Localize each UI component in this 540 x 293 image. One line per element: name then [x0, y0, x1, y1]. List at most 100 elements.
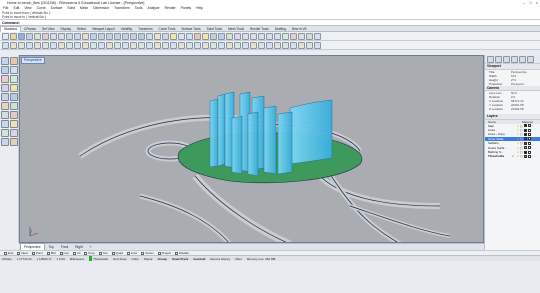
- ellipse-icon[interactable]: [50, 41, 57, 49]
- polyline-icon[interactable]: [18, 41, 25, 49]
- toolbar-tab-cplanes[interactable]: CPlanes: [21, 26, 39, 32]
- curvature-icon[interactable]: [290, 32, 297, 40]
- explode-icon[interactable]: [122, 41, 129, 49]
- pan-icon[interactable]: [82, 32, 89, 40]
- cut-icon[interactable]: [42, 32, 49, 40]
- layers-column-material[interactable]: Material: [522, 120, 533, 124]
- layer-color-swatch[interactable]: [523, 133, 527, 137]
- line-tool-icon[interactable]: [1, 66, 9, 74]
- mesh-tool-icon[interactable]: [10, 102, 18, 110]
- analyze-icon[interactable]: [282, 32, 289, 40]
- cone-icon[interactable]: [250, 41, 257, 49]
- layer-material-swatch[interactable]: [527, 146, 531, 150]
- toolbar-tab-drafting[interactable]: Drafting: [272, 26, 289, 32]
- light-icon[interactable]: [202, 32, 209, 40]
- contour-icon[interactable]: [298, 41, 305, 49]
- export-icon[interactable]: [314, 32, 321, 40]
- layer-color-swatch[interactable]: [523, 128, 527, 132]
- paste-icon[interactable]: [58, 32, 65, 40]
- boolean-union-icon[interactable]: [178, 41, 185, 49]
- new-icon[interactable]: [2, 32, 9, 40]
- perspective-viewport[interactable]: Perspective: [19, 55, 484, 243]
- toolbar-tab-render-tools[interactable]: Render Tools: [247, 26, 272, 32]
- curve-icon[interactable]: [26, 41, 33, 49]
- fillet-icon[interactable]: [74, 41, 81, 49]
- select-tool-icon[interactable]: [1, 57, 9, 65]
- point-tool-icon[interactable]: [10, 57, 18, 65]
- curve-tool-icon[interactable]: [1, 75, 9, 83]
- toolbar-tab-visibility[interactable]: Visibility: [118, 26, 135, 32]
- arc-tool-icon[interactable]: [1, 84, 9, 92]
- layer-material-swatch[interactable]: [527, 133, 531, 137]
- toolbar-tab-set-view[interactable]: Set View: [39, 26, 58, 32]
- material-icon[interactable]: [194, 32, 201, 40]
- patch-icon[interactable]: [274, 41, 281, 49]
- four-views-icon[interactable]: [138, 32, 145, 40]
- layers-tab-icon[interactable]: [495, 55, 502, 63]
- property-value[interactable]: Perspecti...: [511, 82, 526, 86]
- layer-material-swatch[interactable]: [527, 155, 531, 159]
- help-icon[interactable]: [218, 32, 225, 40]
- project-icon[interactable]: [290, 41, 297, 49]
- undo-icon[interactable]: [66, 32, 73, 40]
- trim-icon[interactable]: [98, 41, 105, 49]
- copy-icon[interactable]: [50, 32, 57, 40]
- rotate-view-icon[interactable]: [90, 32, 97, 40]
- extrude-icon[interactable]: [194, 41, 201, 49]
- toolbar-tab-curve-tools[interactable]: Curve Tools: [156, 26, 179, 32]
- select-icon[interactable]: [154, 32, 161, 40]
- polygon-icon[interactable]: [66, 41, 73, 49]
- properties-icon[interactable]: [178, 32, 185, 40]
- sweep-icon[interactable]: [210, 41, 217, 49]
- lightbulb-icon[interactable]: ●: [517, 154, 519, 158]
- boolean-tool-icon[interactable]: [10, 111, 18, 119]
- layer-color-swatch[interactable]: [523, 150, 527, 154]
- layer-color-swatch[interactable]: [523, 146, 527, 150]
- layer-color-swatch[interactable]: [523, 155, 527, 159]
- import-icon[interactable]: [34, 32, 41, 40]
- layer-row[interactable]: Thresholds ✓ ● ▢: [485, 154, 540, 158]
- extend-icon[interactable]: [90, 41, 97, 49]
- history-icon[interactable]: [234, 32, 241, 40]
- join-icon[interactable]: [114, 41, 121, 49]
- text-tool-icon[interactable]: [10, 138, 18, 146]
- materials-tab-icon[interactable]: [519, 55, 526, 63]
- group-icon[interactable]: [274, 32, 281, 40]
- box-icon[interactable]: [226, 41, 233, 49]
- block-icon[interactable]: [266, 32, 273, 40]
- zoom-window-icon[interactable]: [106, 32, 113, 40]
- line-icon[interactable]: [10, 41, 17, 49]
- render-icon[interactable]: [186, 32, 193, 40]
- section-icon[interactable]: [306, 41, 313, 49]
- point-icon[interactable]: [2, 41, 9, 49]
- dimension-tool-icon[interactable]: [1, 138, 9, 146]
- sphere-icon[interactable]: [234, 41, 241, 49]
- layer-color-swatch[interactable]: [523, 141, 527, 145]
- layer-material-swatch[interactable]: [527, 128, 531, 132]
- print-icon[interactable]: [26, 32, 33, 40]
- redo-icon[interactable]: [74, 32, 81, 40]
- zoom-icon[interactable]: [98, 32, 105, 40]
- toolbar-tab-viewport-layout[interactable]: Viewport Layout: [89, 26, 118, 32]
- grid-icon[interactable]: [162, 32, 169, 40]
- move-icon[interactable]: [130, 41, 137, 49]
- layer-material-swatch[interactable]: [527, 137, 531, 141]
- extrude-tool-icon[interactable]: [10, 93, 18, 101]
- lock-icon[interactable]: ▢: [520, 154, 523, 158]
- zoom-extents-icon[interactable]: [114, 32, 121, 40]
- toolbar-tab-standard[interactable]: Standard: [0, 25, 21, 32]
- rotate-icon[interactable]: [146, 41, 153, 49]
- toolbar-tab-solid-tools[interactable]: Solid Tools: [204, 26, 225, 32]
- toolbar-tab-display[interactable]: Display: [58, 26, 74, 32]
- osnap-icon[interactable]: [226, 32, 233, 40]
- scale-icon[interactable]: [154, 41, 161, 49]
- environment-tab-icon[interactable]: [527, 55, 534, 63]
- hatch-icon[interactable]: [258, 32, 265, 40]
- cplane-icon[interactable]: [146, 32, 153, 40]
- surface-icon[interactable]: [266, 41, 273, 49]
- viewport-title[interactable]: Perspective: [21, 57, 45, 64]
- blend-icon[interactable]: [282, 41, 289, 49]
- zebra-icon[interactable]: [298, 32, 305, 40]
- array-tool-icon[interactable]: [10, 129, 18, 137]
- rotate-tool-icon[interactable]: [10, 120, 18, 128]
